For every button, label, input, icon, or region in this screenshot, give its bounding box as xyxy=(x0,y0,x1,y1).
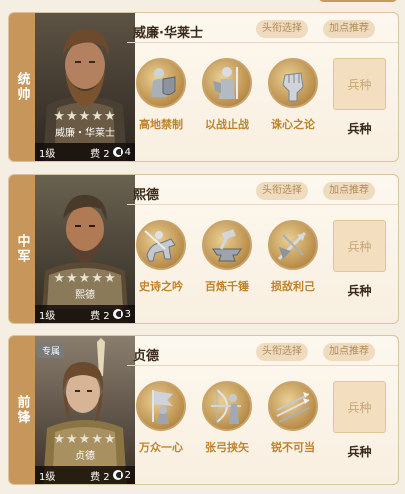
point-recommend-button[interactable]: 加点推荐 xyxy=(323,182,375,200)
spears-icon xyxy=(268,381,318,431)
horse-icon xyxy=(112,147,123,157)
horse-count: 3 xyxy=(124,308,131,320)
portrait-name: 贞德 xyxy=(75,451,95,462)
exclusive-badge: 专属 xyxy=(38,343,65,358)
horse-icon xyxy=(112,309,123,319)
role-label: 中军 xyxy=(14,234,30,264)
unit-type-slot[interactable]: 兵种 xyxy=(333,381,386,433)
skill-name: 百炼千锤 xyxy=(205,280,249,293)
skill-name: 诛心之论 xyxy=(271,118,315,131)
skill-slot[interactable]: 锐不可当 xyxy=(263,381,323,455)
horse-count: 2 xyxy=(124,469,131,481)
point-recommend-button[interactable]: 加点推荐 xyxy=(323,343,375,361)
top-tab-edge xyxy=(318,0,398,2)
skill-name: 高地禁制 xyxy=(139,118,183,131)
level-label: 1级 xyxy=(39,310,56,322)
skill-slot[interactable]: 高地禁制 xyxy=(131,58,191,132)
skill-slot[interactable]: 万众一心 xyxy=(131,381,191,455)
divider xyxy=(127,42,398,43)
skill-name: 锐不可当 xyxy=(271,441,315,454)
portrait-info-bar: 1级 费 2 3 xyxy=(35,305,135,323)
anvil-hammer-icon xyxy=(202,220,252,270)
general-card: 前锋 专属 ★★★★★ 贞德 1级 费 2 2 贞德 头衔选择 加点推荐 万众一 xyxy=(8,335,399,485)
unit-type-label: 兵种 xyxy=(347,284,372,298)
skill-name: 史诗之吟 xyxy=(139,280,183,293)
general-card: 中军 ★★★★★ 熙德 1级 费 2 3 熙德 头衔选择 加点推荐 史诗之吟 百… xyxy=(8,174,399,324)
role-strip: 中军 xyxy=(9,175,35,323)
skill-name: 万众一心 xyxy=(139,441,183,454)
skill-slot[interactable]: 百炼千锤 xyxy=(197,220,257,294)
star-rating: ★★★★★ xyxy=(53,432,117,447)
role-strip: 统帅 xyxy=(9,13,35,161)
divider xyxy=(127,365,398,366)
general-name: 熙德 xyxy=(133,188,160,203)
general-portrait[interactable]: ★★★★★ 熙德 1级 费 2 3 xyxy=(35,175,135,323)
raised-fist-icon xyxy=(268,58,318,108)
level-label: 1级 xyxy=(39,148,56,160)
divider xyxy=(127,204,398,205)
unit-type-label: 兵种 xyxy=(347,445,372,459)
general-name: 贞德 xyxy=(133,349,160,364)
level-label: 1级 xyxy=(39,471,56,483)
skill-slot[interactable]: 损敌利己 xyxy=(263,220,323,294)
skill-name: 以战止战 xyxy=(205,118,249,131)
crossed-arrows-icon xyxy=(268,220,318,270)
skill-slot[interactable]: 张弓挟矢 xyxy=(197,381,257,455)
portrait-name: 威廉・华莱士 xyxy=(55,128,115,139)
skill-slot[interactable]: 史诗之吟 xyxy=(131,220,191,294)
skill-slot[interactable]: 诛心之论 xyxy=(263,58,323,132)
role-label: 统帅 xyxy=(14,72,30,102)
title-select-button[interactable]: 头衔选择 xyxy=(256,343,308,361)
general-card: 统帅 ★★★★★ 威廉・华莱士 1级 费 2 4 威廉·华莱士 头衔选择 加点推… xyxy=(8,12,399,162)
star-rating: ★★★★★ xyxy=(53,271,117,286)
horseman-icon xyxy=(136,220,186,270)
general-name: 威廉·华莱士 xyxy=(133,26,203,41)
skill-name: 损敌利己 xyxy=(271,280,315,293)
general-portrait[interactable]: 专属 ★★★★★ 贞德 1级 费 2 2 xyxy=(35,336,135,484)
horse-count: 4 xyxy=(124,146,131,158)
role-strip: 前锋 xyxy=(9,336,35,484)
title-select-button[interactable]: 头衔选择 xyxy=(256,182,308,200)
title-select-button[interactable]: 头衔选择 xyxy=(256,20,308,38)
cost-label: 费 2 xyxy=(90,471,110,483)
general-portrait[interactable]: ★★★★★ 威廉・华莱士 1级 费 2 4 xyxy=(35,13,135,161)
portrait-info-bar: 1级 费 2 4 xyxy=(35,143,135,161)
cost-label: 费 2 xyxy=(90,310,110,322)
unit-type-slot[interactable]: 兵种 xyxy=(333,220,386,272)
soldier-shield-icon xyxy=(136,58,186,108)
role-label: 前锋 xyxy=(14,395,30,425)
skill-slot[interactable]: 以战止战 xyxy=(197,58,257,132)
horse-icon xyxy=(112,470,123,480)
cost-label: 费 2 xyxy=(90,148,110,160)
portrait-name: 熙德 xyxy=(75,290,95,301)
unit-type-label: 兵种 xyxy=(347,122,372,136)
point-recommend-button[interactable]: 加点推荐 xyxy=(323,20,375,38)
star-rating: ★★★★★ xyxy=(53,109,117,124)
skill-name: 张弓挟矢 xyxy=(205,441,249,454)
banner-bearer-icon xyxy=(136,381,186,431)
armored-knight-icon xyxy=(202,58,252,108)
archer-icon xyxy=(202,381,252,431)
portrait-info-bar: 1级 费 2 2 xyxy=(35,466,135,484)
unit-type-slot[interactable]: 兵种 xyxy=(333,58,386,110)
